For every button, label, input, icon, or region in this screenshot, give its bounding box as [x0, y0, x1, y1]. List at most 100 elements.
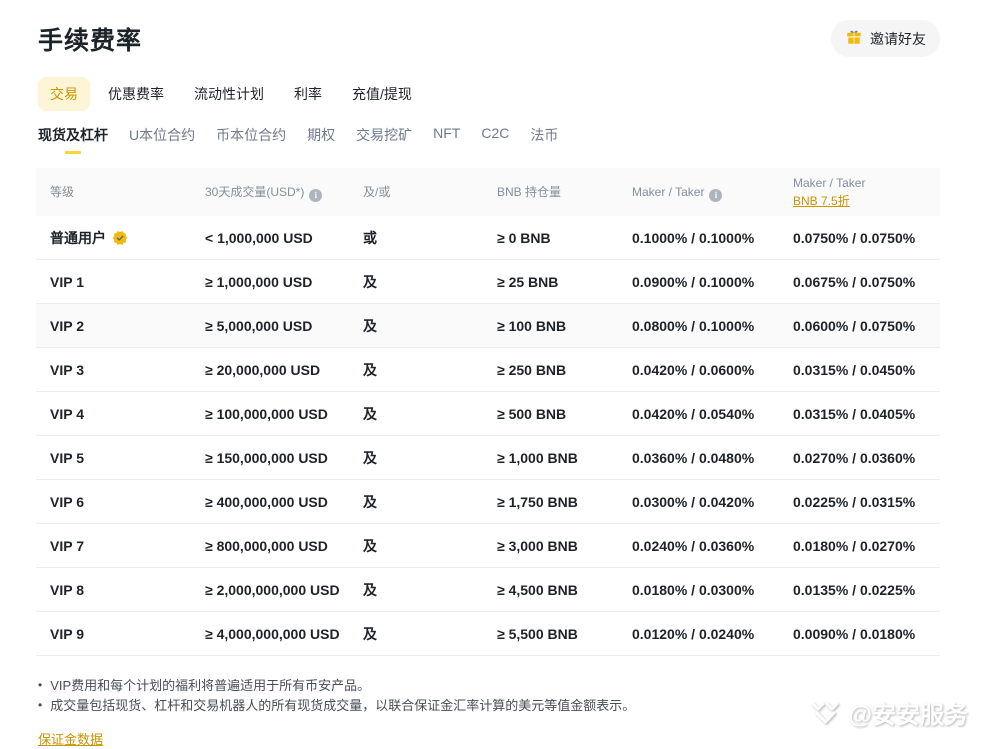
subtab-fiat[interactable]: 法币	[530, 125, 558, 154]
col-header-volume-label: 30天成交量(USD*)	[205, 185, 304, 199]
fee-table: 等级 30天成交量(USD*) 及/或 BNB 持仓量 Maker / Take…	[36, 168, 940, 656]
bnb-balance-cell-text: ≥ 3,000 BNB	[497, 538, 578, 554]
level-cell: VIP 3	[36, 362, 191, 378]
volume-cell: ≥ 20,000,000 USD	[191, 362, 349, 378]
tab-liquidity-program[interactable]: 流动性计划	[194, 77, 264, 111]
col-header-level: 等级	[36, 177, 191, 207]
subtab-coinm-futures[interactable]: 币本位合约	[216, 125, 286, 154]
info-icon[interactable]	[709, 189, 722, 202]
subtab-trade-mining[interactable]: 交易挖矿	[356, 125, 412, 154]
bnb-balance-cell-text: ≥ 100 BNB	[497, 318, 566, 334]
table-row: VIP 3≥ 20,000,000 USD及≥ 250 BNB0.0420% /…	[36, 348, 940, 392]
tab-deposit-withdraw[interactable]: 充值/提现	[352, 77, 412, 111]
level-cell-text: 普通用户	[50, 228, 106, 248]
and-or-cell-text: 及	[363, 494, 377, 510]
volume-cell-text: ≥ 1,000,000 USD	[205, 274, 312, 290]
table-row: VIP 8≥ 2,000,000,000 USD及≥ 4,500 BNB0.01…	[36, 568, 940, 612]
col-header-bnb-balance: BNB 持仓量	[483, 177, 618, 207]
col-header-maker-taker-bnb-label: Maker / Taker	[793, 176, 865, 190]
level-cell: VIP 5	[36, 450, 191, 466]
maker-taker-cell-text: 0.0420% / 0.0600%	[632, 362, 754, 378]
maker-taker-bnb-cell-text: 0.0225% / 0.0315%	[793, 494, 915, 510]
fee-rate-page: 手续费率 邀请好友 交易优惠费率流动性计划利率充值/提现 现货及杠杆 U本位合约币…	[0, 0, 984, 749]
maker-taker-cell: 0.0240% / 0.0360%	[618, 538, 779, 554]
info-icon[interactable]	[309, 189, 322, 202]
and-or-cell: 及	[349, 272, 483, 292]
bnb-balance-cell: ≥ 1,000 BNB	[483, 450, 618, 466]
col-header-and-or: 及/或	[349, 177, 483, 207]
maker-taker-bnb-cell: 0.0270% / 0.0360%	[779, 450, 940, 466]
and-or-cell-text: 及	[363, 450, 377, 466]
table-row: VIP 5≥ 150,000,000 USD及≥ 1,000 BNB0.0360…	[36, 436, 940, 480]
maker-taker-bnb-cell-text: 0.0090% / 0.0180%	[793, 626, 915, 642]
page-title: 手续费率	[38, 21, 142, 57]
bnb-balance-cell: ≥ 3,000 BNB	[483, 538, 618, 554]
maker-taker-cell: 0.0800% / 0.1000%	[618, 318, 779, 334]
bnb-discount-link[interactable]: BNB 7.5折	[793, 192, 850, 210]
level-cell: 普通用户	[36, 228, 191, 248]
level-cell: VIP 6	[36, 494, 191, 510]
table-row: VIP 4≥ 100,000,000 USD及≥ 500 BNB0.0420% …	[36, 392, 940, 436]
subtab-options[interactable]: 期权	[307, 125, 335, 154]
maker-taker-bnb-cell-text: 0.0600% / 0.0750%	[793, 318, 915, 334]
subtab-spot-margin[interactable]: 现货及杠杆	[38, 125, 108, 154]
level-cell-text: VIP 5	[50, 450, 84, 466]
subtab-nft[interactable]: NFT	[433, 125, 460, 154]
bnb-balance-cell-text: ≥ 4,500 BNB	[497, 582, 578, 598]
and-or-cell: 及	[349, 404, 483, 424]
level-cell-text: VIP 1	[50, 274, 84, 290]
subtab-usdm-futures[interactable]: U本位合约	[129, 125, 195, 154]
bnb-balance-cell-text: ≥ 1,750 BNB	[497, 494, 578, 510]
bnb-balance-cell: ≥ 0 BNB	[483, 230, 618, 246]
maker-taker-bnb-cell: 0.0600% / 0.0750%	[779, 318, 940, 334]
volume-cell-text: ≥ 2,000,000,000 USD	[205, 582, 340, 598]
tab-trade[interactable]: 交易	[38, 77, 90, 111]
table-row: VIP 9≥ 4,000,000,000 USD及≥ 5,500 BNB0.01…	[36, 612, 940, 656]
bnb-balance-cell-text: ≥ 0 BNB	[497, 230, 551, 246]
and-or-cell-text: 及	[363, 406, 377, 422]
and-or-cell: 及	[349, 624, 483, 644]
and-or-cell: 或	[349, 228, 483, 248]
maker-taker-bnb-cell-text: 0.0675% / 0.0750%	[793, 274, 915, 290]
and-or-cell-text: 及	[363, 362, 377, 378]
level-cell-text: VIP 3	[50, 362, 84, 378]
table-row: VIP 7 ≥ 800,000,000 USD 及 ≥ 3,000 BNB 0.0240…	[36, 524, 940, 568]
maker-taker-bnb-cell-text: 0.0750% / 0.0750%	[793, 230, 915, 246]
maker-taker-cell: 0.0420% / 0.0600%	[618, 362, 779, 378]
tab-interest-rate[interactable]: 利率	[294, 77, 322, 111]
table-row: 普通用户 < 1,000,000 USD或 ≥ 0 BNB 0.1000% / 0.1…	[36, 216, 940, 260]
level-cell: VIP 2	[36, 318, 191, 334]
level-cell: VIP 7	[36, 538, 191, 554]
subtab-c2c[interactable]: C2C	[481, 125, 509, 154]
maker-taker-cell-text: 0.0360% / 0.0480%	[632, 450, 754, 466]
and-or-cell: 及	[349, 536, 483, 556]
maker-taker-bnb-cell: 0.0315% / 0.0405%	[779, 406, 940, 422]
col-header-bnb-balance-label: BNB 持仓量	[497, 185, 561, 199]
level-cell: VIP 1	[36, 274, 191, 290]
margin-data-link[interactable]: 保证金数据	[38, 729, 103, 748]
maker-taker-bnb-cell: 0.0135% / 0.0225%	[779, 582, 940, 598]
bnb-balance-cell: ≥ 4,500 BNB	[483, 582, 618, 598]
tab-fee-discount[interactable]: 优惠费率	[108, 77, 164, 111]
maker-taker-cell: 0.1000% / 0.1000%	[618, 230, 779, 246]
maker-taker-cell: 0.0300% / 0.0420%	[618, 494, 779, 510]
verified-badge-icon	[112, 230, 128, 246]
invite-friends-button[interactable]: 邀请好友	[831, 20, 940, 57]
volume-cell-text: ≥ 400,000,000 USD	[205, 494, 328, 510]
page-header: 手续费率 邀请好友	[0, 0, 984, 57]
maker-taker-bnb-cell-text: 0.0180% / 0.0270%	[793, 538, 915, 554]
maker-taker-cell-text: 0.0800% / 0.1000%	[632, 318, 754, 334]
bnb-balance-cell-text: ≥ 5,500 BNB	[497, 626, 578, 642]
bnb-balance-cell: ≥ 100 BNB	[483, 318, 618, 334]
bnb-balance-cell: ≥ 25 BNB	[483, 274, 618, 290]
and-or-cell: 及	[349, 580, 483, 600]
volume-cell: < 1,000,000 USD	[191, 230, 349, 246]
volume-cell-text: ≥ 800,000,000 USD	[205, 538, 328, 554]
footnote: VIP费用和每个计划的福利将普遍适用于所有币安产品。	[38, 676, 946, 696]
table-row: VIP 2≥ 5,000,000 USD及≥ 100 BNB0.0800% / …	[36, 304, 940, 348]
maker-taker-bnb-cell: 0.0225% / 0.0315%	[779, 494, 940, 510]
bnb-balance-cell: ≥ 500 BNB	[483, 406, 618, 422]
maker-taker-cell-text: 0.0180% / 0.0300%	[632, 582, 754, 598]
bnb-balance-cell: ≥ 5,500 BNB	[483, 626, 618, 642]
watermark: @安安服务	[808, 695, 968, 730]
